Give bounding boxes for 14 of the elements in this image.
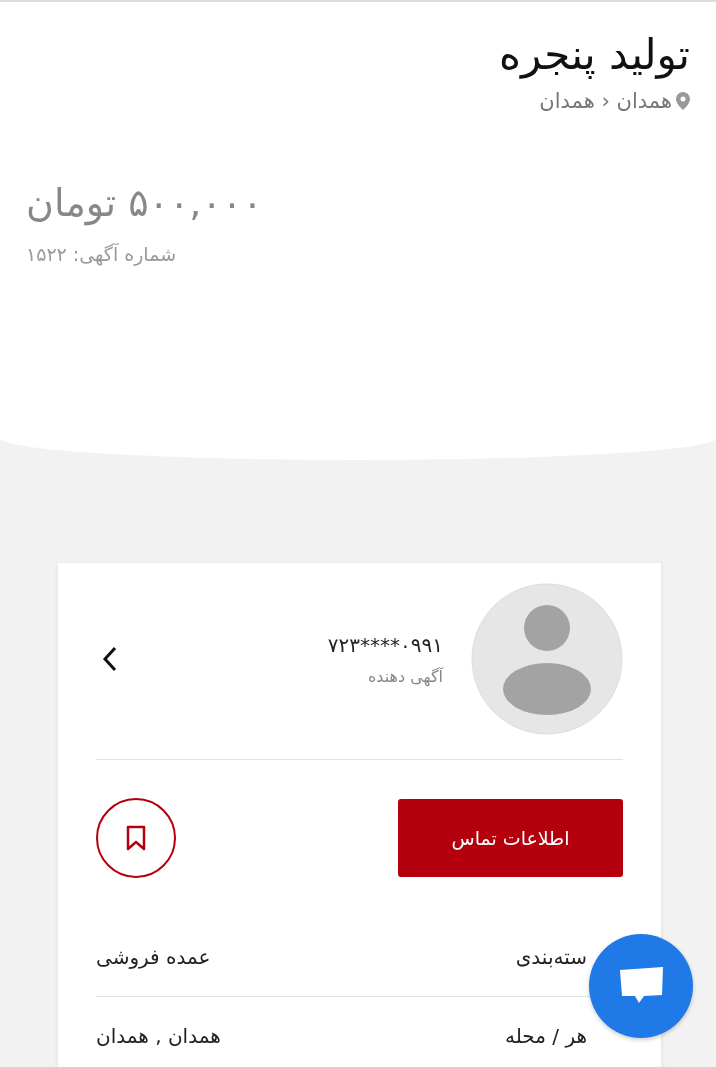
ad-title: تولید پنجره xyxy=(498,29,690,81)
detail-label: هر / محله xyxy=(505,1024,587,1048)
location-pin-icon xyxy=(676,91,690,110)
avatar-icon xyxy=(471,583,623,735)
detail-value: عمده فروشی xyxy=(96,945,211,969)
price: ۵۰۰,۰۰۰ تومان xyxy=(26,180,263,225)
detail-label: سته‌بندی xyxy=(515,945,587,969)
detail-value: همدان , همدان xyxy=(96,1024,221,1048)
seller-role: آگهی دهنده xyxy=(367,666,443,686)
ad-number: شماره آگهی: ۱۵۲۲ xyxy=(26,242,177,265)
location-breadcrumb[interactable]: همدان ‹ همدان xyxy=(539,88,672,113)
bookmark-icon xyxy=(125,825,147,851)
seller-phone: ۷۲۳****۰۹۹۱ xyxy=(327,632,443,657)
contact-info-button[interactable]: اطلاعات تماس xyxy=(398,799,623,877)
